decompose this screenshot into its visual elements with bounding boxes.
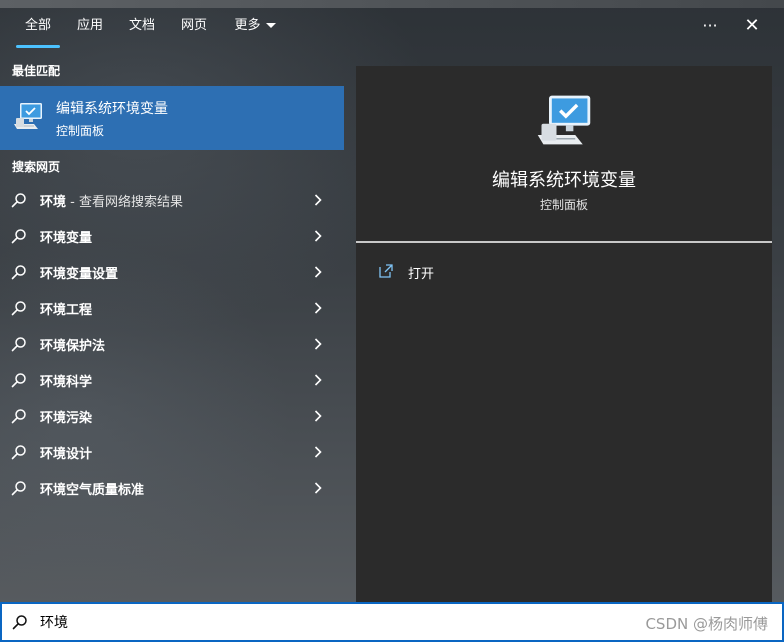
chevron-right-icon <box>314 302 322 314</box>
search-input[interactable] <box>40 610 580 634</box>
tab-documents[interactable]: 文档 <box>122 8 162 48</box>
tab-more-label: 更多 <box>234 18 261 33</box>
watermark: CSDN @杨肉师傅 <box>645 615 768 633</box>
chevron-right-icon <box>314 446 322 458</box>
preview-title: 编辑系统环境变量 <box>492 170 636 191</box>
web-result-label: 环境保护法 <box>40 339 106 354</box>
chevron-right-icon <box>314 374 322 386</box>
web-result-label: 环境 - 查看网络搜索结果 <box>40 195 183 210</box>
web-result-label: 环境空气质量标准 <box>40 483 145 498</box>
web-result-item[interactable]: 环境变量 <box>0 218 344 254</box>
best-match-heading: 最佳匹配 <box>12 64 61 78</box>
search-icon <box>12 615 27 630</box>
best-match-subtitle: 控制面板 <box>56 124 105 138</box>
web-results-list: 环境 - 查看网络搜索结果 环境变量 环境变量设置 环境工程 环境保护法 环境科… <box>0 182 344 506</box>
web-result-label: 环境科学 <box>40 375 93 390</box>
web-result-item[interactable]: 环境空气质量标准 <box>0 470 344 506</box>
open-external-icon <box>379 264 393 278</box>
tab-more[interactable]: 更多 <box>226 8 284 48</box>
chevron-right-icon <box>314 410 322 422</box>
filter-tabbar: 全部 应用 文档 网页 更多 ··· ✕ <box>0 0 784 54</box>
chevron-right-icon <box>314 338 322 350</box>
web-result-label: 环境设计 <box>40 447 93 462</box>
more-options-button[interactable]: ··· <box>696 12 724 40</box>
search-icon <box>11 337 26 352</box>
search-icon <box>11 193 26 208</box>
search-icon <box>11 301 26 316</box>
preview-divider <box>356 241 772 243</box>
chevron-right-icon <box>314 482 322 494</box>
search-icon <box>11 265 26 280</box>
web-result-label: 环境工程 <box>40 303 93 318</box>
best-match-title: 编辑系统环境变量 <box>56 101 168 117</box>
search-icon <box>11 373 26 388</box>
computer-monitor-icon <box>537 95 591 145</box>
web-result-label: 环境变量 <box>40 231 93 246</box>
web-result-item[interactable]: 环境 - 查看网络搜索结果 <box>0 182 344 218</box>
web-result-item[interactable]: 环境变量设置 <box>0 254 344 290</box>
close-button[interactable]: ✕ <box>738 12 766 40</box>
web-result-label: 环境污染 <box>40 411 93 426</box>
search-window: 全部 应用 文档 网页 更多 ··· ✕ 最佳匹配 编辑系统环境变量 控制面板 … <box>0 0 784 642</box>
web-result-item[interactable]: 环境科学 <box>0 362 344 398</box>
chevron-right-icon <box>314 194 322 206</box>
web-result-item[interactable]: 环境保护法 <box>0 326 344 362</box>
tab-all[interactable]: 全部 <box>14 8 62 48</box>
computer-monitor-icon <box>14 103 42 129</box>
open-label: 打开 <box>408 267 435 282</box>
search-icon <box>11 481 26 496</box>
web-result-item[interactable]: 环境工程 <box>0 290 344 326</box>
tab-web[interactable]: 网页 <box>174 8 214 48</box>
search-bar: CSDN @杨肉师傅 <box>0 602 784 642</box>
chevron-right-icon <box>314 266 322 278</box>
web-result-label: 环境变量设置 <box>40 267 119 282</box>
best-match-result[interactable]: 编辑系统环境变量 控制面板 <box>0 86 344 150</box>
search-icon <box>11 229 26 244</box>
open-action[interactable]: 打开 <box>378 260 558 284</box>
preview-pane: 编辑系统环境变量 控制面板 打开 <box>356 66 772 602</box>
web-search-heading: 搜索网页 <box>12 160 61 174</box>
web-result-item[interactable]: 环境设计 <box>0 434 344 470</box>
web-result-item[interactable]: 环境污染 <box>0 398 344 434</box>
preview-subtitle: 控制面板 <box>539 198 588 212</box>
tab-apps[interactable]: 应用 <box>70 8 110 48</box>
search-icon <box>11 445 26 460</box>
chevron-right-icon <box>314 230 322 242</box>
caret-down-icon <box>265 23 276 28</box>
search-icon <box>11 409 26 424</box>
